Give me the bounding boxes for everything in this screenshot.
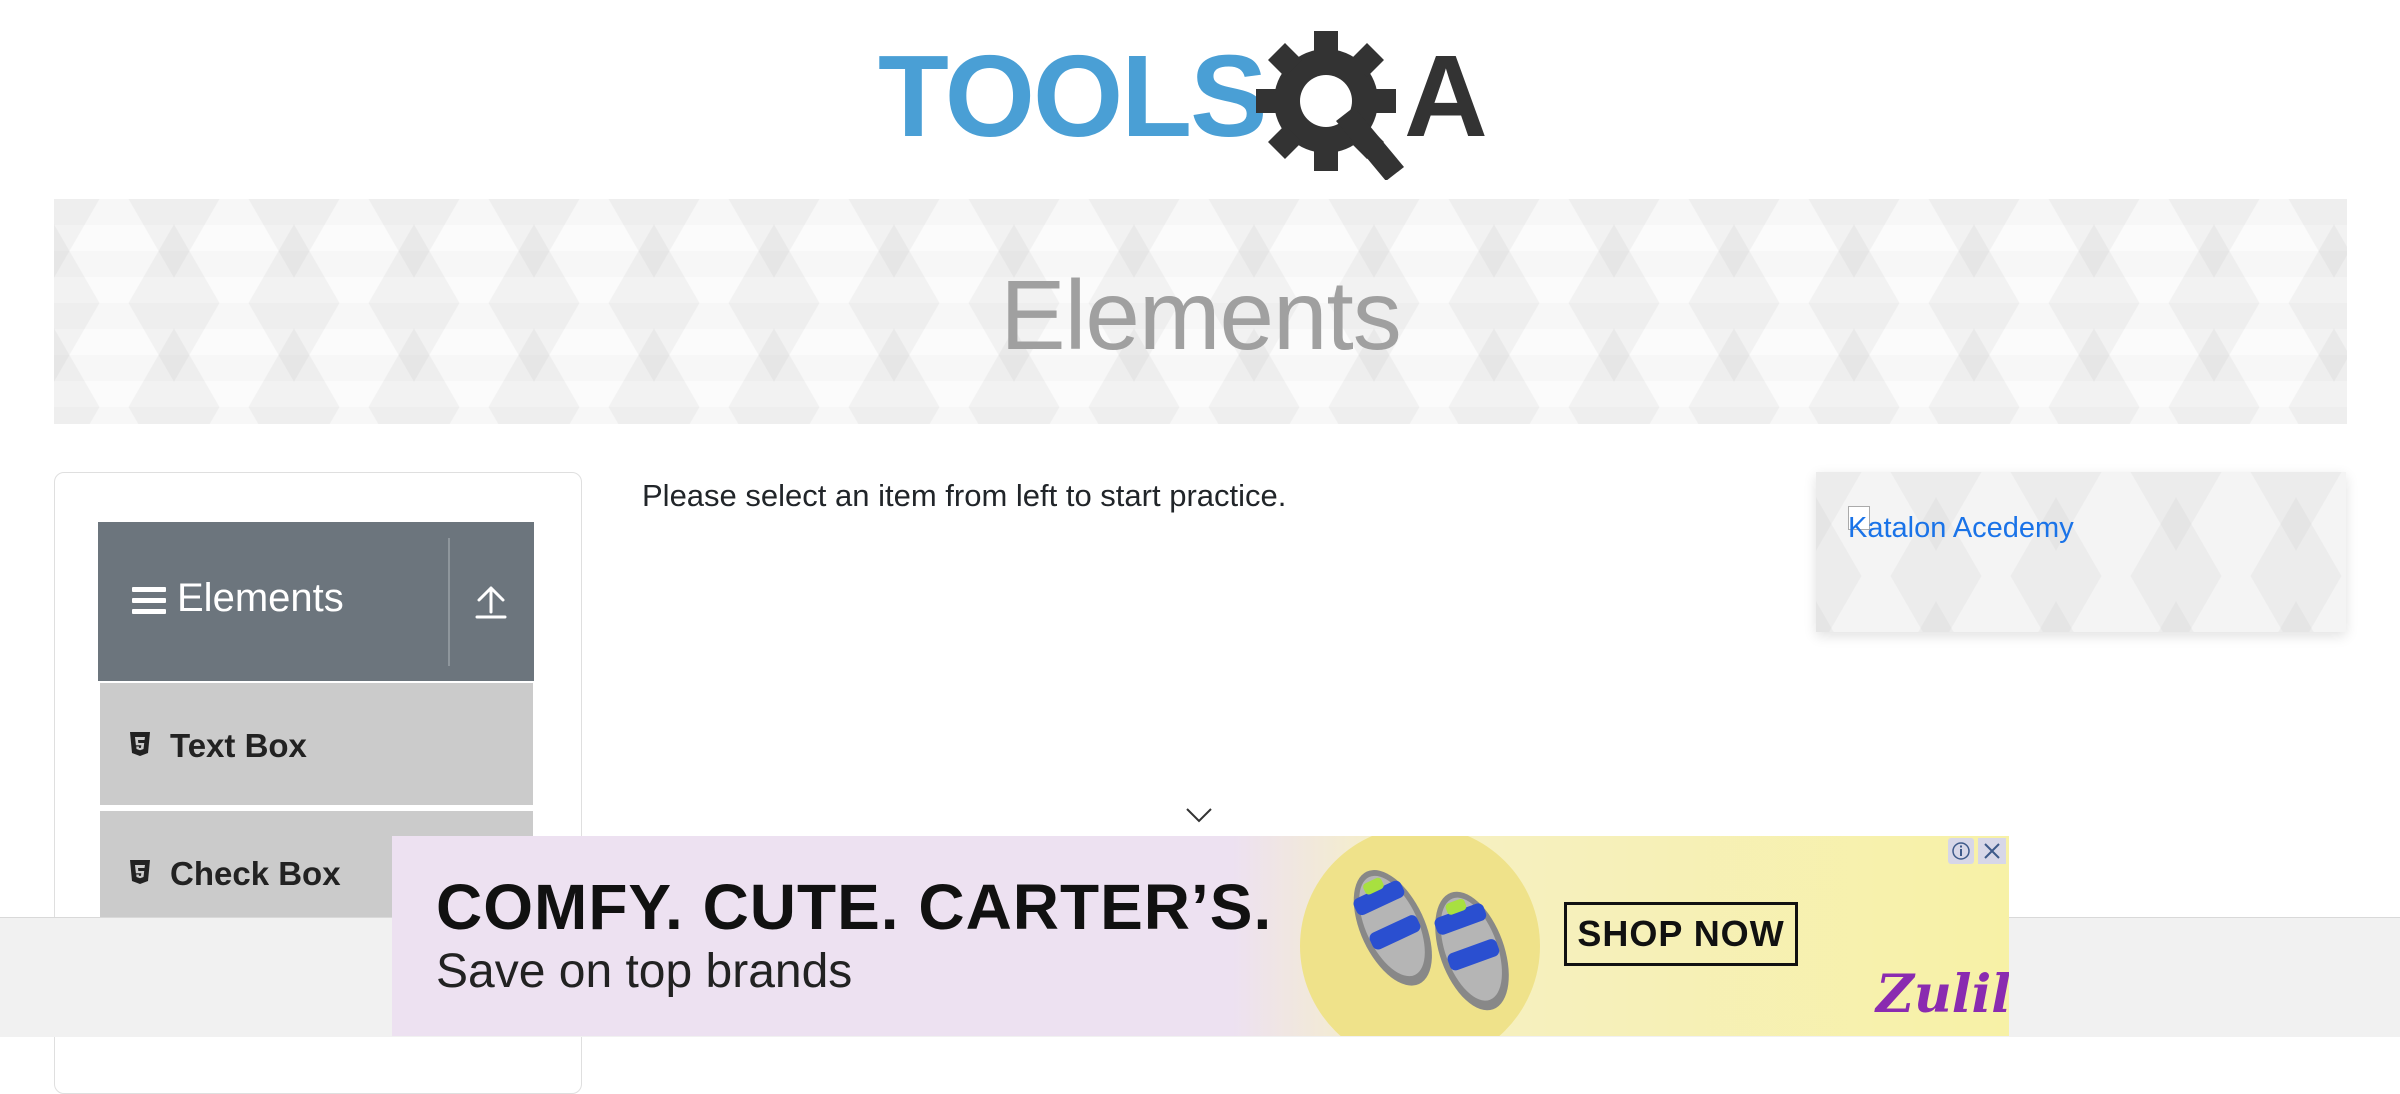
sandals-image (1322, 846, 1542, 1026)
page-banner: Elements (54, 199, 2347, 424)
close-icon[interactable] (1978, 838, 2006, 864)
html5-icon (129, 859, 151, 885)
sidebar-item-label: Check Box (170, 855, 341, 892)
page-title: Elements (1000, 260, 1402, 370)
gear-icon (1256, 31, 1404, 181)
upload-arrow-icon[interactable] (474, 584, 508, 620)
practice-instruction: Please select an item from left to start… (642, 478, 1287, 513)
zulily-logo: Zulily (1876, 964, 2009, 1025)
logo-text-tools: TOOLS (878, 31, 1265, 161)
hamburger-icon (132, 587, 166, 617)
katalon-ad-link[interactable]: Katalon Acedemy (1848, 512, 2074, 545)
html5-icon (129, 731, 151, 757)
header-divider (448, 538, 450, 666)
chevron-down-icon[interactable] (1186, 807, 1212, 823)
shop-now-button[interactable]: SHOP NOW (1564, 902, 1798, 966)
sidebar-item-label: Text Box (170, 727, 307, 764)
ad-headline: COMFY. CUTE. CARTER’S. (436, 871, 1273, 943)
info-icon[interactable] (1948, 838, 1974, 864)
sidebar-item-text-box[interactable]: Text Box (100, 683, 533, 808)
sidebar-group-label: Elements (177, 576, 344, 620)
logo-text-a: A (1404, 31, 1488, 161)
ad-subline: Save on top brands (436, 945, 853, 998)
bottom-ad-banner[interactable]: COMFY. CUTE. CARTER’S. Save on top brand… (392, 836, 2009, 1036)
sidebar-group-elements[interactable]: Elements (98, 522, 534, 681)
toolsqa-logo[interactable]: TOOLS A (878, 28, 1528, 181)
side-ad[interactable]: Katalon Acedemy (1816, 472, 2346, 632)
